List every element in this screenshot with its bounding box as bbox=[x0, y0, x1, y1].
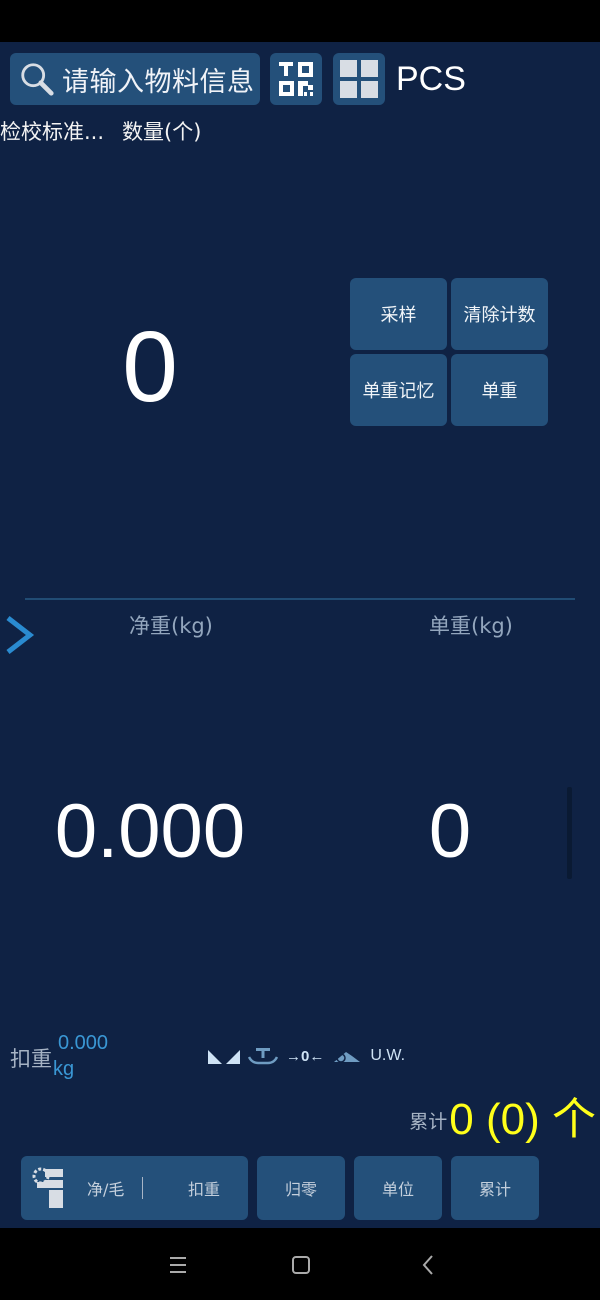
unit-mode-label[interactable]: PCS bbox=[396, 55, 466, 103]
settings-icon bbox=[32, 1167, 63, 1208]
system-nav-bar bbox=[0, 1228, 600, 1300]
net-gross-label: 净/毛 bbox=[87, 1180, 125, 1199]
status-indicators: →0← U.W. bbox=[208, 1044, 405, 1068]
accumulated-total: 累计 0 (0) 个 bbox=[409, 1092, 596, 1148]
net-gross-button[interactable]: 净/毛 bbox=[21, 1156, 160, 1220]
qr-code-icon bbox=[279, 62, 313, 96]
count-value: 0 bbox=[122, 311, 178, 423]
clear-count-button[interactable]: 清除计数 bbox=[451, 278, 548, 350]
status-bar bbox=[0, 0, 600, 42]
tare-unit: kg bbox=[53, 1058, 75, 1080]
search-placeholder: 请输入物料信息 bbox=[62, 66, 255, 98]
scale-app: 请输入物料信息 PCS 检校标准... 数量(个) 0 采样 清除计数 单重记忆… bbox=[0, 42, 600, 1228]
back-button[interactable] bbox=[413, 1250, 443, 1280]
function-button-grid: 采样 清除计数 单重记忆 单重 bbox=[350, 278, 550, 426]
home-button[interactable] bbox=[286, 1250, 316, 1280]
zero-button[interactable]: 归零 bbox=[257, 1156, 345, 1220]
tare-value: 0.000 bbox=[58, 1032, 109, 1054]
divider bbox=[25, 598, 575, 600]
net-weight-label: 净重(kg) bbox=[129, 614, 213, 638]
unit-weight-value: 0 bbox=[428, 789, 472, 874]
scrollbar[interactable] bbox=[567, 787, 572, 879]
stable-indicator-icon bbox=[208, 1050, 240, 1064]
home-square-icon bbox=[292, 1256, 310, 1274]
unit-weight-button[interactable]: 单重 bbox=[451, 354, 548, 426]
menu-icon bbox=[170, 1257, 186, 1273]
sample-button[interactable]: 采样 bbox=[350, 278, 447, 350]
zero-indicator: →0← bbox=[286, 1047, 325, 1065]
net-weight-value: 0.000 bbox=[54, 789, 246, 874]
back-chevron-icon bbox=[422, 1255, 433, 1275]
separator bbox=[142, 1177, 144, 1199]
menu-grid-button[interactable] bbox=[333, 53, 385, 105]
weigh-indicator-icon bbox=[334, 1052, 361, 1063]
material-search-input[interactable]: 请输入物料信息 bbox=[10, 53, 260, 105]
standard-label[interactable]: 检校标准... bbox=[0, 116, 104, 146]
sub-labels: 检校标准... 数量(个) bbox=[0, 116, 201, 146]
total-label: 累计 bbox=[409, 1110, 448, 1133]
unit-weight-indicator: U.W. bbox=[370, 1047, 406, 1064]
unit-button[interactable]: 单位 bbox=[354, 1156, 442, 1220]
unit-weight-label: 单重(kg) bbox=[429, 614, 513, 638]
total-value: 0 (0) 个 bbox=[449, 1095, 596, 1144]
accumulate-button[interactable]: 累计 bbox=[451, 1156, 539, 1220]
search-icon bbox=[21, 63, 54, 96]
unit-weight-memory-button[interactable]: 单重记忆 bbox=[350, 354, 447, 426]
tare-indicator-icon bbox=[248, 1048, 278, 1065]
scan-qr-button[interactable] bbox=[270, 53, 322, 105]
bottom-action-bar: 净/毛 扣重 归零 单位 累计 bbox=[21, 1156, 539, 1220]
tare-label: 扣重 bbox=[10, 1047, 52, 1071]
grid-icon bbox=[340, 60, 378, 98]
quantity-label: 数量(个) bbox=[122, 120, 202, 144]
chevron-right-icon[interactable] bbox=[2, 612, 36, 658]
tare-button[interactable]: 扣重 bbox=[160, 1156, 248, 1220]
recent-apps-button[interactable] bbox=[163, 1250, 193, 1280]
